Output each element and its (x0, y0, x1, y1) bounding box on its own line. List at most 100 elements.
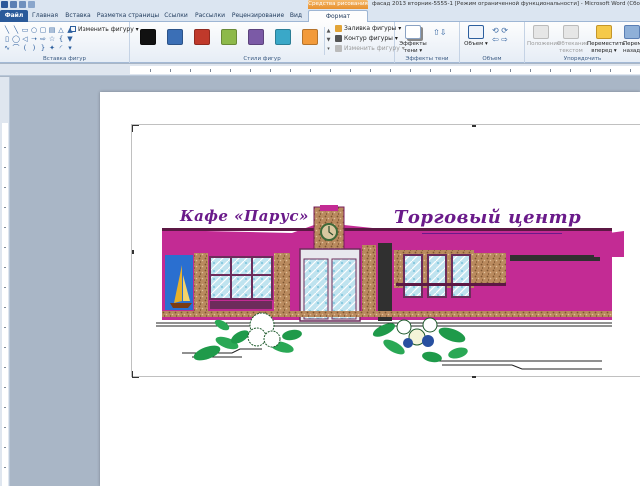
wrap-text-icon (563, 25, 579, 39)
position-label: Положение (527, 41, 561, 47)
3d-effects-button[interactable]: Объем ▾ (462, 25, 490, 48)
arrow-shape-icon[interactable]: ➝ (30, 35, 38, 43)
ruler-tick (450, 69, 451, 72)
more-icon[interactable]: ▾ (325, 45, 332, 54)
resize-handle (132, 250, 134, 254)
crop-mark (132, 125, 139, 132)
wrap-text-label: Обтекание текстом (557, 41, 589, 54)
position-button: Положение (527, 25, 560, 48)
bracket-shape-icon[interactable]: ) (30, 44, 38, 52)
scroll-down-icon[interactable]: ▼ (66, 35, 74, 43)
style-swatch-blue[interactable] (167, 29, 183, 45)
star-shape-icon[interactable]: ✦ (48, 44, 56, 52)
shadow-effects-button[interactable]: Эффекты тени ▾ (397, 25, 429, 55)
ruler-tick (310, 69, 311, 72)
tab-mailings[interactable]: Рассылки (192, 10, 228, 22)
resize-handle (472, 125, 476, 127)
arrow-shape-icon[interactable]: ⇨ (39, 35, 47, 43)
change-shape-label: Изменить фигуру (344, 45, 400, 52)
send-backward-icon (623, 25, 640, 39)
paint-bucket-icon (335, 25, 342, 32)
ruler-tick (350, 69, 351, 72)
ruler-tick (570, 69, 571, 72)
circle-shape-icon[interactable]: ◯ (12, 35, 20, 43)
ruler-tick (430, 69, 431, 72)
ruler-tick (610, 69, 611, 72)
freeform-shape-icon[interactable]: ⌒ (12, 44, 20, 52)
oval-shape-icon[interactable]: ○ (30, 26, 38, 34)
tab-view[interactable]: Вид (288, 10, 304, 22)
bring-forward-icon (596, 25, 612, 39)
bracket-shape-icon[interactable]: ( (21, 44, 29, 52)
style-swatch-red[interactable] (194, 29, 210, 45)
style-swatch-green[interactable] (221, 29, 237, 45)
send-backward-button[interactable]: Перемест назад (623, 25, 640, 55)
star-shape-icon[interactable]: ☆ (48, 35, 56, 43)
group-label-3d-volume: Объем (482, 56, 502, 62)
group-insert-shapes: ╲ ╲ ▭ ○ ▢ ▤ △ ▲ ▯ ◯ ◁ ➝ ⇨ ☆ { ▼ ∿ ⌒ ( ) … (0, 22, 139, 63)
shadow-nudge-controls[interactable]: ⇧⇩ (433, 28, 446, 37)
style-swatch-black[interactable] (140, 29, 156, 45)
style-gallery-scroll[interactable]: ▲ ▼ ▾ (324, 27, 332, 55)
ruler-tick (290, 69, 291, 72)
shape-gallery[interactable]: ╲ ╲ ▭ ○ ▢ ▤ △ ▲ ▯ ◯ ◁ ➝ ⇨ ☆ { ▼ ∿ ⌒ ( ) … (3, 26, 73, 52)
ruler-tick (4, 187, 6, 188)
style-swatch-cyan[interactable] (275, 29, 291, 45)
line-shape-icon[interactable]: ╲ (3, 26, 11, 34)
dark-column (378, 243, 392, 321)
ruler-tick (590, 69, 591, 72)
tower-cap (320, 205, 338, 211)
brace-shape-icon[interactable]: } (39, 44, 47, 52)
ruler-tick (170, 69, 171, 72)
drawing-canvas[interactable]: Кафе «Парус» Торговый центр (131, 124, 640, 378)
undo-icon[interactable] (19, 1, 26, 8)
ruler-tick (190, 69, 191, 72)
save-icon[interactable] (10, 1, 17, 8)
redo-icon[interactable] (28, 1, 35, 8)
ruler-tick (4, 227, 6, 228)
text-box-shape-icon[interactable]: ▤ (48, 26, 56, 34)
ruler-tick (370, 69, 371, 72)
tab-file[interactable]: Файл (0, 10, 28, 22)
triangle-shape-icon[interactable]: ◁ (21, 35, 29, 43)
3d-tilt-controls[interactable]: ⟲ ⟳ ⇦ ⇨ (492, 26, 508, 44)
ruler-tick (4, 427, 6, 428)
horizontal-ruler[interactable] (0, 64, 640, 76)
cork-panel (274, 253, 290, 313)
line-shape-icon[interactable]: ╲ (12, 26, 20, 34)
word-app-icon[interactable] (1, 1, 8, 8)
tab-format[interactable]: Формат (308, 10, 368, 22)
bring-forward-button[interactable]: Переместить вперед ▾ (587, 25, 625, 55)
right-roof-step (594, 231, 624, 257)
scroll-down-icon[interactable]: ▼ (325, 36, 332, 45)
rectangle-shape-icon[interactable]: ▭ (21, 26, 29, 34)
edit-shape-label: Изменить фигуру (78, 26, 134, 33)
tab-insert[interactable]: Вставка (62, 10, 94, 22)
style-swatch-purple[interactable] (248, 29, 264, 45)
shape-outline-button[interactable]: Контур фигуры ▾ (335, 35, 398, 42)
facade-drawing (132, 125, 624, 378)
vertical-ruler[interactable] (0, 77, 10, 486)
triangle-shape-icon[interactable]: △ (57, 26, 65, 34)
edit-shape-button[interactable]: Изменить фигуру ▾ (70, 26, 139, 33)
edit-shape-icon (70, 26, 76, 32)
curve-shape-icon[interactable]: ∿ (3, 44, 11, 52)
rectangle-shape-icon[interactable]: ▯ (3, 35, 11, 43)
brace-shape-icon[interactable]: { (57, 35, 65, 43)
resize-handle (472, 376, 476, 378)
shape-fill-button[interactable]: Заливка фигуры ▾ (335, 25, 401, 32)
shop-window (403, 254, 423, 298)
tab-references[interactable]: Ссылки (162, 10, 190, 22)
rounded-rect-shape-icon[interactable]: ▢ (39, 26, 47, 34)
callout-shape-icon[interactable]: ◜ (57, 44, 65, 52)
ruler-tick (4, 347, 6, 348)
ruler-tick (390, 69, 391, 72)
tab-home[interactable]: Главная (30, 10, 60, 22)
more-shapes-icon[interactable]: ▾ (66, 44, 74, 52)
title-bar: Средства рисования фасад 2013 вторник-55… (0, 0, 640, 9)
style-swatch-orange[interactable] (302, 29, 318, 45)
position-icon (533, 25, 549, 39)
tab-page-layout[interactable]: Разметка страницы (96, 10, 160, 22)
tab-review[interactable]: Рецензирование (230, 10, 286, 22)
scroll-up-icon[interactable]: ▲ (325, 27, 332, 36)
